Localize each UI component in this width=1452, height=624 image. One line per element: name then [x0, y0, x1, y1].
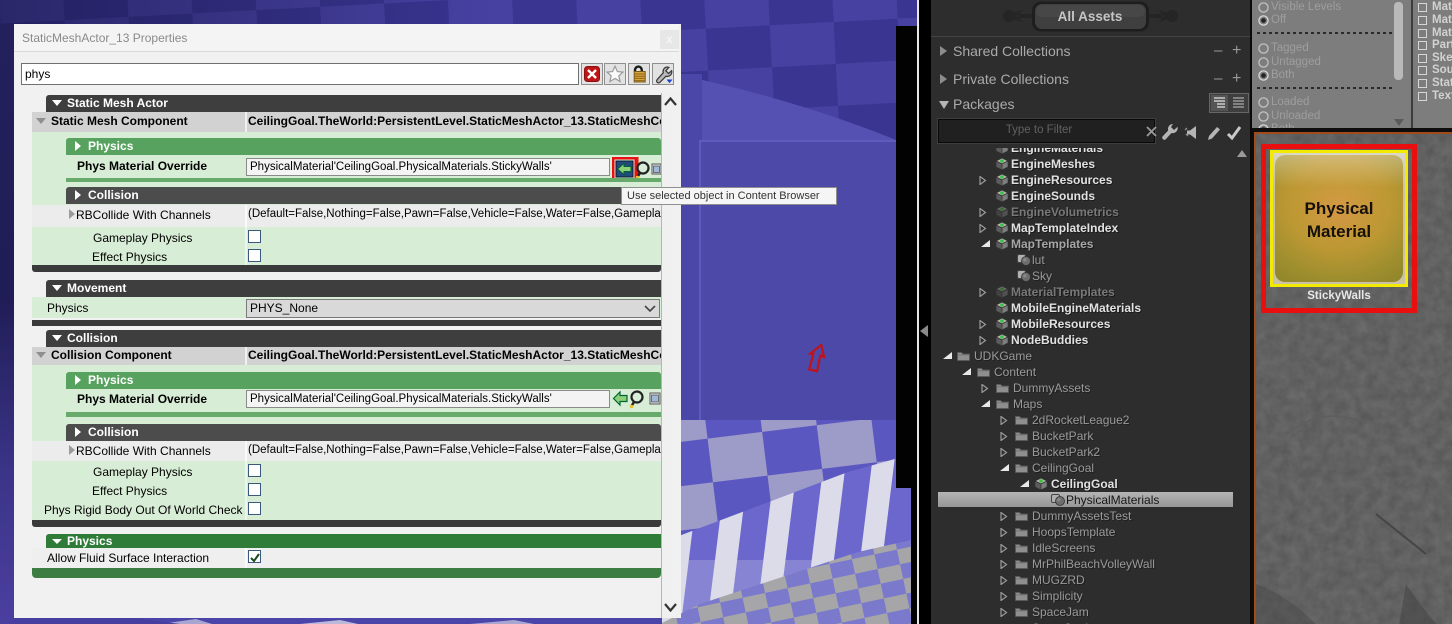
svg-text:All Assets: All Assets: [1058, 9, 1123, 24]
